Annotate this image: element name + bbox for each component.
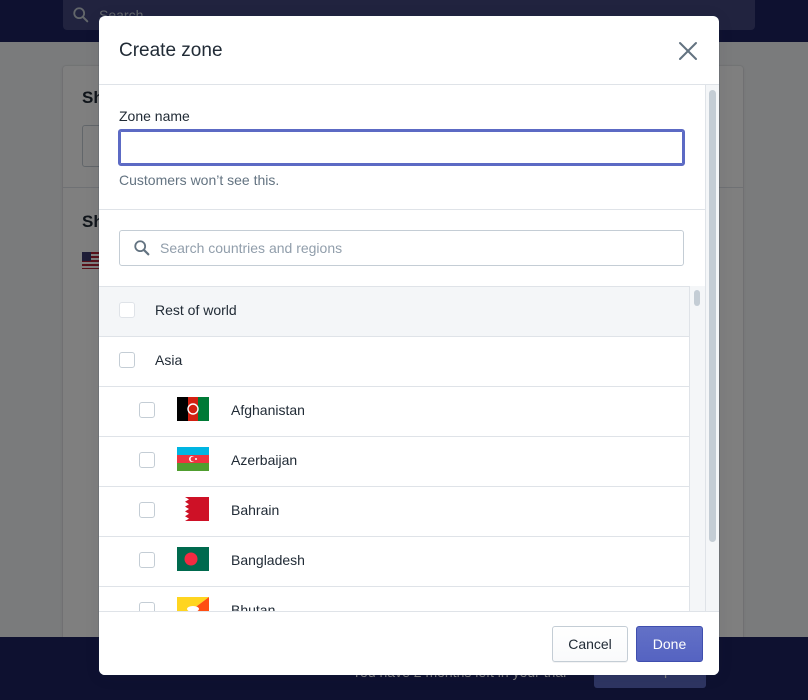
list-scrollbar-thumb[interactable] bbox=[694, 290, 700, 306]
modal-footer: Cancel Done bbox=[99, 611, 719, 675]
list-item-azerbaijan[interactable]: Azerbaijan bbox=[99, 437, 689, 487]
afghanistan-flag-icon bbox=[177, 397, 209, 421]
list-scrollbar[interactable] bbox=[689, 286, 705, 611]
modal-body: Zone name Customers won’t see this. Rest… bbox=[99, 85, 719, 611]
row-label: Bahrain bbox=[231, 502, 280, 518]
modal-scrollbar[interactable] bbox=[705, 85, 719, 611]
search-icon bbox=[134, 240, 150, 256]
list-item-bhutan[interactable]: Bhutan bbox=[99, 587, 689, 611]
bhutan-flag-icon bbox=[177, 597, 209, 611]
azerbaijan-flag-icon bbox=[177, 447, 209, 471]
zone-name-help-text: Customers won’t see this. bbox=[119, 172, 280, 188]
country-search-input[interactable] bbox=[160, 232, 670, 264]
modal-scrollbar-thumb[interactable] bbox=[709, 90, 716, 542]
modal-header: Create zone bbox=[99, 16, 719, 85]
row-label: Afghanistan bbox=[231, 402, 305, 418]
zone-name-input[interactable] bbox=[118, 129, 685, 166]
checkbox[interactable] bbox=[139, 552, 155, 568]
list-item-bahrain[interactable]: Bahrain bbox=[99, 487, 689, 537]
bahrain-flag-icon bbox=[177, 497, 209, 521]
row-label: Rest of world bbox=[155, 302, 237, 318]
checkbox[interactable] bbox=[139, 502, 155, 518]
row-label: Bhutan bbox=[231, 602, 276, 611]
row-label: Azerbaijan bbox=[231, 452, 298, 468]
checkbox[interactable] bbox=[139, 402, 155, 418]
bangladesh-flag-icon bbox=[177, 547, 209, 571]
country-list: Rest of world Asia Afghanistan Azerbaija… bbox=[99, 286, 689, 611]
section-divider bbox=[99, 209, 705, 210]
checkbox[interactable] bbox=[139, 452, 155, 468]
list-item-afghanistan[interactable]: Afghanistan bbox=[99, 387, 689, 437]
checkbox[interactable] bbox=[119, 302, 135, 318]
list-item-bangladesh[interactable]: Bangladesh bbox=[99, 537, 689, 587]
row-label: Bangladesh bbox=[231, 552, 305, 568]
list-item-asia[interactable]: Asia bbox=[99, 337, 689, 387]
zone-name-label: Zone name bbox=[119, 108, 190, 124]
done-button[interactable]: Done bbox=[636, 626, 703, 662]
checkbox[interactable] bbox=[139, 602, 155, 611]
modal-title: Create zone bbox=[119, 40, 223, 61]
country-search-field[interactable] bbox=[119, 230, 684, 266]
row-label: Asia bbox=[155, 352, 183, 368]
checkbox[interactable] bbox=[119, 352, 135, 368]
create-zone-modal: Create zone Zone name Customers won’t se… bbox=[99, 16, 719, 675]
cancel-button[interactable]: Cancel bbox=[552, 626, 628, 662]
list-item-rest-of-world[interactable]: Rest of world bbox=[99, 287, 689, 337]
close-icon[interactable] bbox=[677, 40, 699, 62]
